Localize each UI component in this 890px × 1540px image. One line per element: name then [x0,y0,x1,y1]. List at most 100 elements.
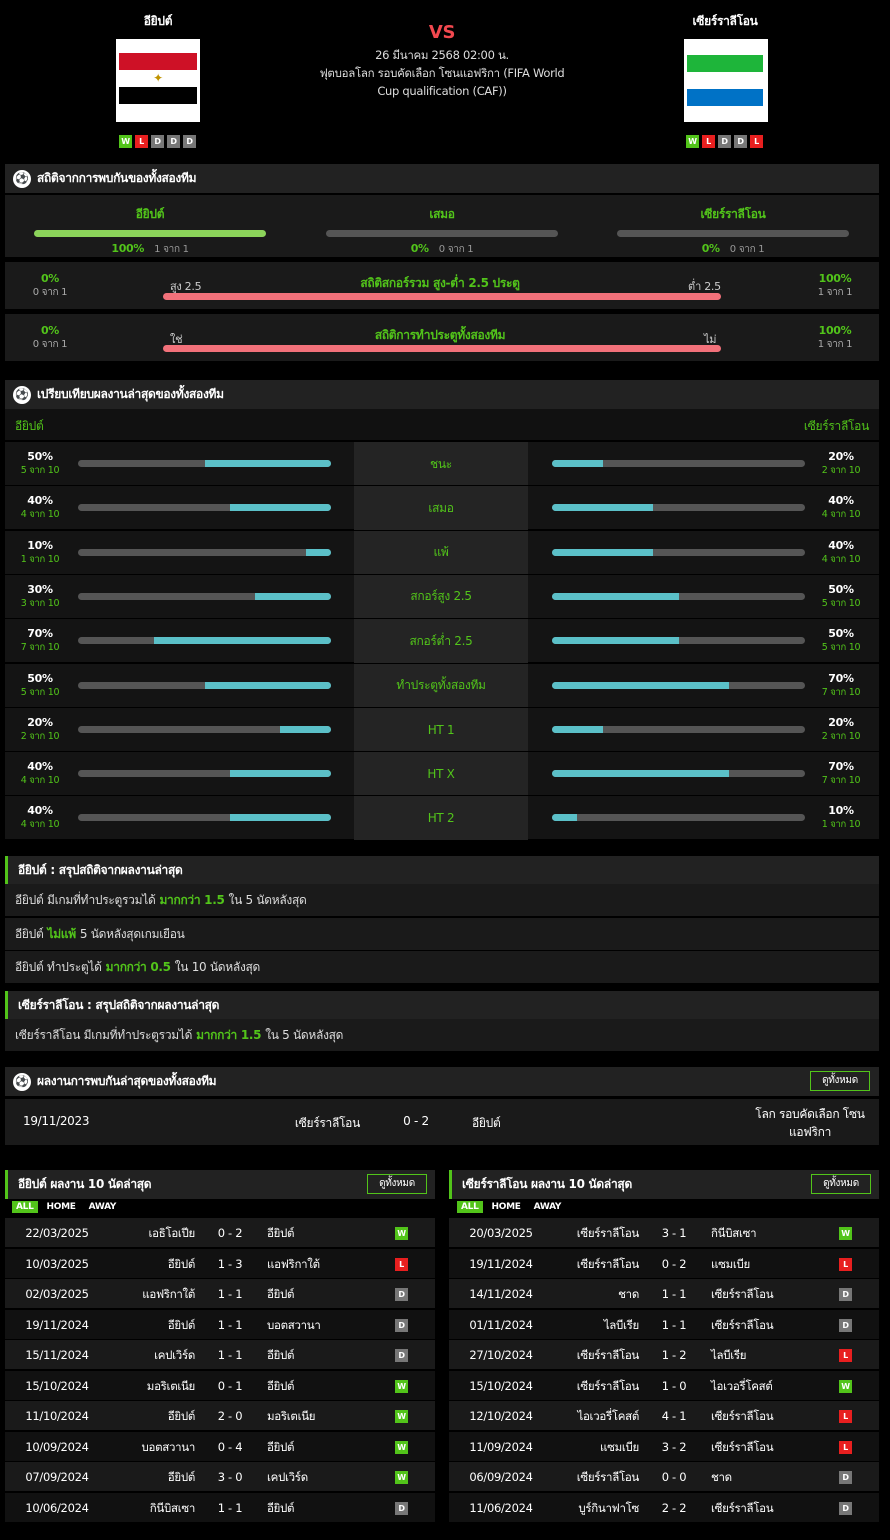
away-team: ไอเวอรี่โคสต์ [711,1378,773,1393]
h2h-col-bar [326,230,558,237]
compare-right-sub: 5 จาก 10 [821,642,861,654]
match-row[interactable]: 02/03/2025 แอฟริกาใต้ 1 - 1 อียิปต์ D [5,1279,435,1309]
h2h-col-pct: 0% 0 จาก 1 [326,242,558,257]
match-row[interactable]: 15/10/2024 มอริเตเนีย 0 - 1 อียิปต์ W [5,1370,435,1401]
match-row[interactable]: 14/11/2024 ชาด 1 - 1 เซียร์ราลีโอน D [449,1279,879,1309]
compare-label: แพ้ [354,530,528,575]
competition: โลก รอบคัดเลือก โซนแอฟริกา [755,1107,865,1139]
match-row[interactable]: 01/11/2024 ไลบีเรีย 1 - 1 เซียร์ราลีโอน D [449,1309,879,1340]
h2h-col-pct-value: 0% [410,242,429,255]
compare-left-sub: 5 จาก 10 [20,465,60,476]
compare-right-pct: 20% [828,450,854,463]
h2h-col-pct: 100% 1 จาก 1 [34,242,266,257]
match-score: 0 - 4 [217,1439,243,1454]
match-score: 1 - 1 [217,1500,243,1515]
result-badge: D [395,1501,408,1515]
result-badge: D [395,1288,408,1301]
compare-left-value: 40% 4 จาก 10 [15,804,65,832]
compare-right-sub: 7 จาก 10 [821,775,861,787]
compare-left-fill [204,681,331,689]
away-team: เคปเวิร์ด [267,1470,308,1484]
home-team: แอฟริกาใต้ [142,1287,195,1301]
compare-right-fill [552,770,730,778]
compare-left-sub: 4 จาก 10 [20,819,60,831]
match-score: 3 - 1 [661,1226,687,1240]
compare-right-fill [552,592,679,600]
match-row[interactable]: 15/11/2024 เคปเวิร์ด 1 - 1 อียิปต์ D [5,1340,435,1370]
summary-text: ใน 10 นัดหลังสุด [174,960,261,974]
tab-away[interactable]: AWAY [530,1201,566,1213]
compare-left-bar [78,548,331,556]
match-row[interactable]: 22/03/2025 เอธิโอเปีย 0 - 2 อียิปต์ W [5,1218,435,1248]
compare-right-fill [552,681,730,689]
tab-home[interactable]: HOME [43,1201,80,1213]
match-row[interactable]: 11/10/2024 อียิปต์ 2 - 0 มอริเตเนีย W [5,1401,435,1431]
compare-right-pct: 70% [828,671,854,685]
compare-left-bar [78,681,331,689]
compare-right-fill [552,637,679,645]
away-filter-tabs: ALL HOME AWAY [457,1201,565,1213]
egypt-flag-icon: ✦ [116,39,200,122]
home-team-name[interactable]: อียิปต์ [78,12,238,31]
view-all-button[interactable]: ดูทั้งหมด [811,1174,871,1194]
compare-left-value: 50% 5 จาก 10 [15,450,65,478]
home-team: อียิปต์ [167,1409,196,1423]
compare-right-pct: 50% [828,582,854,596]
result-badge: W [395,1227,408,1240]
compare-left-sub: 1 จาก 10 [20,553,60,565]
compare-label: สกอร์สูง 2.5 [354,574,528,619]
match-row[interactable]: 19/11/2024 อียิปต์ 1 - 1 บอตสวานา D [5,1309,435,1340]
compare-left-value: 20% 2 จาก 10 [15,716,65,744]
compare-right-sub: 4 จาก 10 [821,553,861,565]
tab-all[interactable]: ALL [457,1201,483,1213]
home-summary-header: อียิปต์ : สรุปสถิติจากผลงานล่าสุด [5,856,879,885]
match-row[interactable]: 15/10/2024 เซียร์ราลีโอน 1 - 0 ไอเวอรี่โคสต… [449,1370,879,1401]
view-all-button[interactable]: ดูทั้งหมด [367,1174,427,1194]
compare-left-sub: 7 จาก 10 [20,642,60,654]
home-team: อียิปต์ [167,1317,196,1332]
tab-away[interactable]: AWAY [85,1201,121,1213]
section-title: สถิติจากการพบกันของทั้งสองทีม [37,171,197,185]
tab-home[interactable]: HOME [488,1201,525,1213]
compare-left-pct: 50% [27,671,53,685]
compare-left-bar [78,770,331,778]
match-row[interactable]: 10/06/2024 กินีบิสเซา 1 - 1 อียิปต์ D [5,1492,435,1523]
match-score: 1 - 1 [217,1287,243,1301]
match-row[interactable]: 11/06/2024 บูร์กินาฟาโซ 2 - 2 เซียร์ราลีโอน… [449,1492,879,1523]
recent-h2h-row[interactable]: 19/11/2023 เซียร์ราลีโอน 0 - 2 อียิปต์ โ… [5,1099,879,1145]
compare-right-bar [552,681,805,689]
match-score: 2 - 0 [217,1409,243,1423]
compare-left-fill [280,725,331,733]
match-row[interactable]: 12/10/2024 ไอเวอรี่โคสต์ 4 - 1 เซียร์ราลีโอ… [449,1401,879,1431]
compare-left-pct: 70% [27,627,53,641]
away-form-badges: WLDDL [686,135,763,148]
match-row[interactable]: 10/03/2025 อียิปต์ 1 - 3 แอฟริกาใต้ L [5,1248,435,1279]
home-team: บูร์กินาฟาโซ [578,1500,639,1515]
match-row[interactable]: 19/11/2024 เซียร์ราลีโอน 0 - 2 แซมเบีย L [449,1248,879,1279]
compare-right-bar [552,592,805,600]
match-row[interactable]: 11/09/2024 แซมเบีย 3 - 2 เซียร์ราลีโอน L [449,1431,879,1462]
compare-left-bar [78,460,331,467]
compare-left-pct: 40% [27,494,53,508]
match-row[interactable]: 06/09/2024 เซียร์ราลีโอน 0 - 0 ชาด D [449,1462,879,1492]
tab-all[interactable]: ALL [12,1201,38,1213]
match-row[interactable]: 27/10/2024 เซียร์ราลีโอน 1 - 2 ไลบีเรีย L [449,1340,879,1370]
summary-line: เซียร์ราลีโอน มีเกมที่ทำประตูรวมได้ มากกว… [5,1019,879,1051]
compare-right-sub: 2 จาก 10 [821,465,861,476]
compare-label: ชนะ [354,442,528,486]
h2h-col-name: เซียร์ราลีโอน [700,207,766,221]
summary-line: อียิปต์ ไม่แพ้ 5 นัดหลังสุดเกมเยือน [5,917,879,950]
match-row[interactable]: 10/09/2024 บอตสวานา 0 - 4 อียิปต์ W [5,1431,435,1462]
match-score: 1 - 1 [661,1287,687,1301]
away-team-name[interactable]: เซียร์ราลีโอน [645,12,805,31]
compare-row: 10% 1 จาก 10 แพ้ 40% 4 จาก 10 [5,529,879,575]
compare-right-bar [552,504,805,512]
away-team: อียิปต์ [267,1439,295,1454]
compare-label: เสมอ [354,486,528,531]
home-team: เซียร์ราลีโอน [576,1256,640,1271]
match-score: 4 - 1 [661,1409,687,1423]
match-row[interactable]: 07/09/2024 อียิปต์ 3 - 0 เคปเวิร์ด W [5,1462,435,1492]
form-badge: L [702,135,715,148]
match-row[interactable]: 20/03/2025 เซียร์ราลีโอน 3 - 1 กินีบิสเซา W [449,1218,879,1248]
view-all-button[interactable]: ดูทั้งหมด [810,1071,870,1091]
